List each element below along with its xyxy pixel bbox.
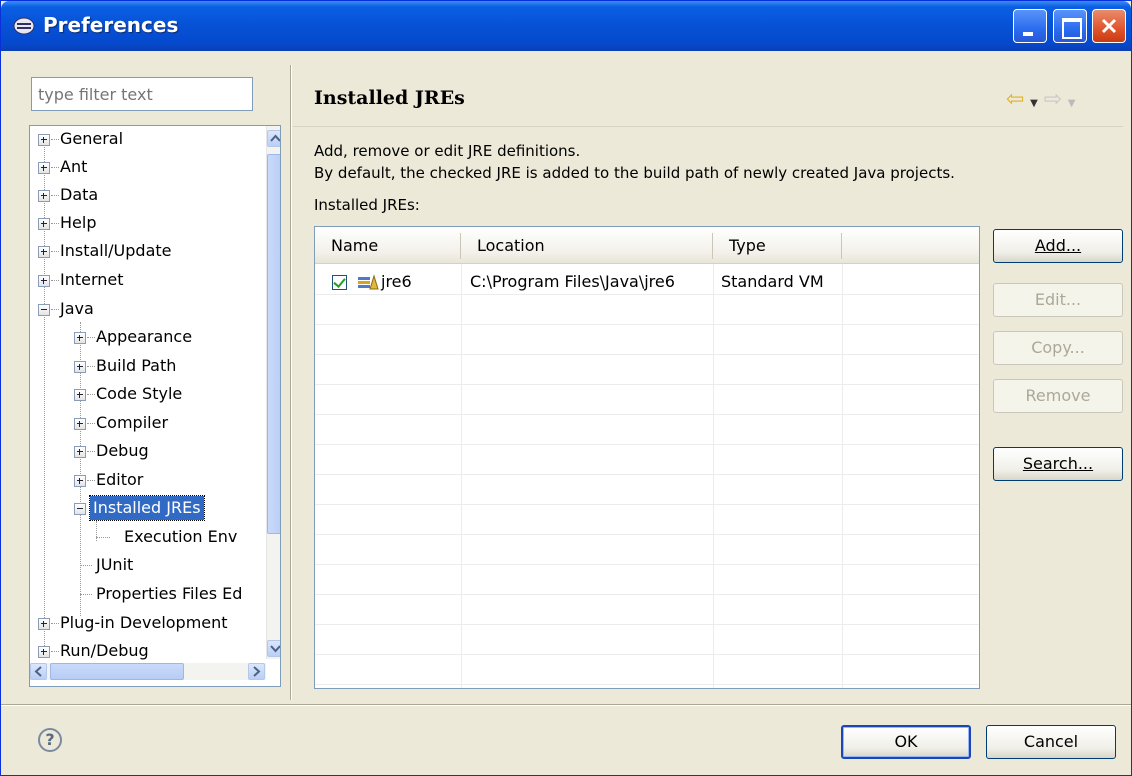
jre-library-icon: [358, 274, 379, 290]
history-nav: ⇦ ▼ ⇨ ▼: [1006, 87, 1075, 112]
jre-name-cell: jre6: [381, 272, 412, 291]
column-header-name[interactable]: Name: [315, 227, 461, 264]
preferences-window: Preferences General Ant Data: [0, 0, 1132, 776]
tree-vertical-scrollbar[interactable]: [266, 126, 280, 659]
tree-horizontal-scrollbar[interactable]: [30, 663, 266, 680]
filter-input[interactable]: [31, 77, 253, 111]
forward-arrow-icon[interactable]: ⇨: [1044, 87, 1062, 112]
chevron-right-icon: [253, 666, 261, 677]
title-separator: [293, 126, 1123, 127]
description-line-2: By default, the checked JRE is added to …: [314, 164, 955, 182]
preference-tree-pane: General Ant Data Help Install/Update Int…: [19, 65, 289, 700]
minimize-button[interactable]: [1013, 9, 1047, 43]
scroll-right-button[interactable]: [248, 663, 265, 680]
remove-button[interactable]: Remove: [993, 379, 1123, 413]
forward-dropdown-icon[interactable]: ▼: [1068, 98, 1076, 109]
title-bar[interactable]: Preferences: [1, 1, 1131, 51]
maximize-button[interactable]: [1053, 9, 1087, 43]
ok-button[interactable]: OK: [841, 725, 971, 759]
window-title: Preferences: [43, 13, 179, 37]
back-dropdown-icon[interactable]: ▼: [1030, 98, 1038, 109]
copy-button[interactable]: Copy...: [993, 331, 1123, 365]
hscroll-thumb[interactable]: [50, 663, 184, 680]
column-header-type[interactable]: Type: [713, 227, 842, 264]
close-button[interactable]: [1092, 9, 1126, 43]
cancel-button[interactable]: Cancel: [986, 725, 1116, 759]
pane-divider[interactable]: [290, 65, 292, 700]
eclipse-icon: [13, 17, 35, 35]
preference-tree[interactable]: General Ant Data Help Install/Update Int…: [29, 125, 281, 687]
edit-button[interactable]: Edit...: [993, 283, 1123, 317]
jre-location-cell: C:\Program Files\Java\jre6: [470, 272, 675, 291]
installed-jres-table[interactable]: Name Location Type jre6 C:\Program Files…: [314, 226, 980, 689]
help-icon[interactable]: ?: [38, 728, 62, 752]
back-arrow-icon[interactable]: ⇦: [1006, 87, 1024, 112]
chevron-left-icon: [34, 666, 42, 677]
chevron-down-icon: [270, 645, 280, 653]
scroll-up-button[interactable]: [267, 130, 280, 147]
page-title: Installed JREs: [314, 87, 465, 109]
scroll-left-button[interactable]: [30, 663, 47, 680]
bottom-separator: [1, 704, 1131, 706]
default-jre-checkbox[interactable]: [332, 275, 347, 290]
installed-jres-label: Installed JREs:: [314, 196, 420, 214]
search-button[interactable]: Search...: [993, 447, 1123, 481]
column-header-filler: [842, 227, 979, 264]
scroll-thumb[interactable]: [267, 154, 280, 534]
column-header-location[interactable]: Location: [461, 227, 713, 264]
add-button[interactable]: Add...: [993, 229, 1123, 263]
close-icon: [1101, 18, 1117, 34]
description-line-1: Add, remove or edit JRE definitions.: [314, 142, 581, 160]
scroll-down-button[interactable]: [267, 640, 280, 657]
jre-type-cell: Standard VM: [721, 272, 824, 291]
chevron-up-icon: [270, 134, 280, 142]
